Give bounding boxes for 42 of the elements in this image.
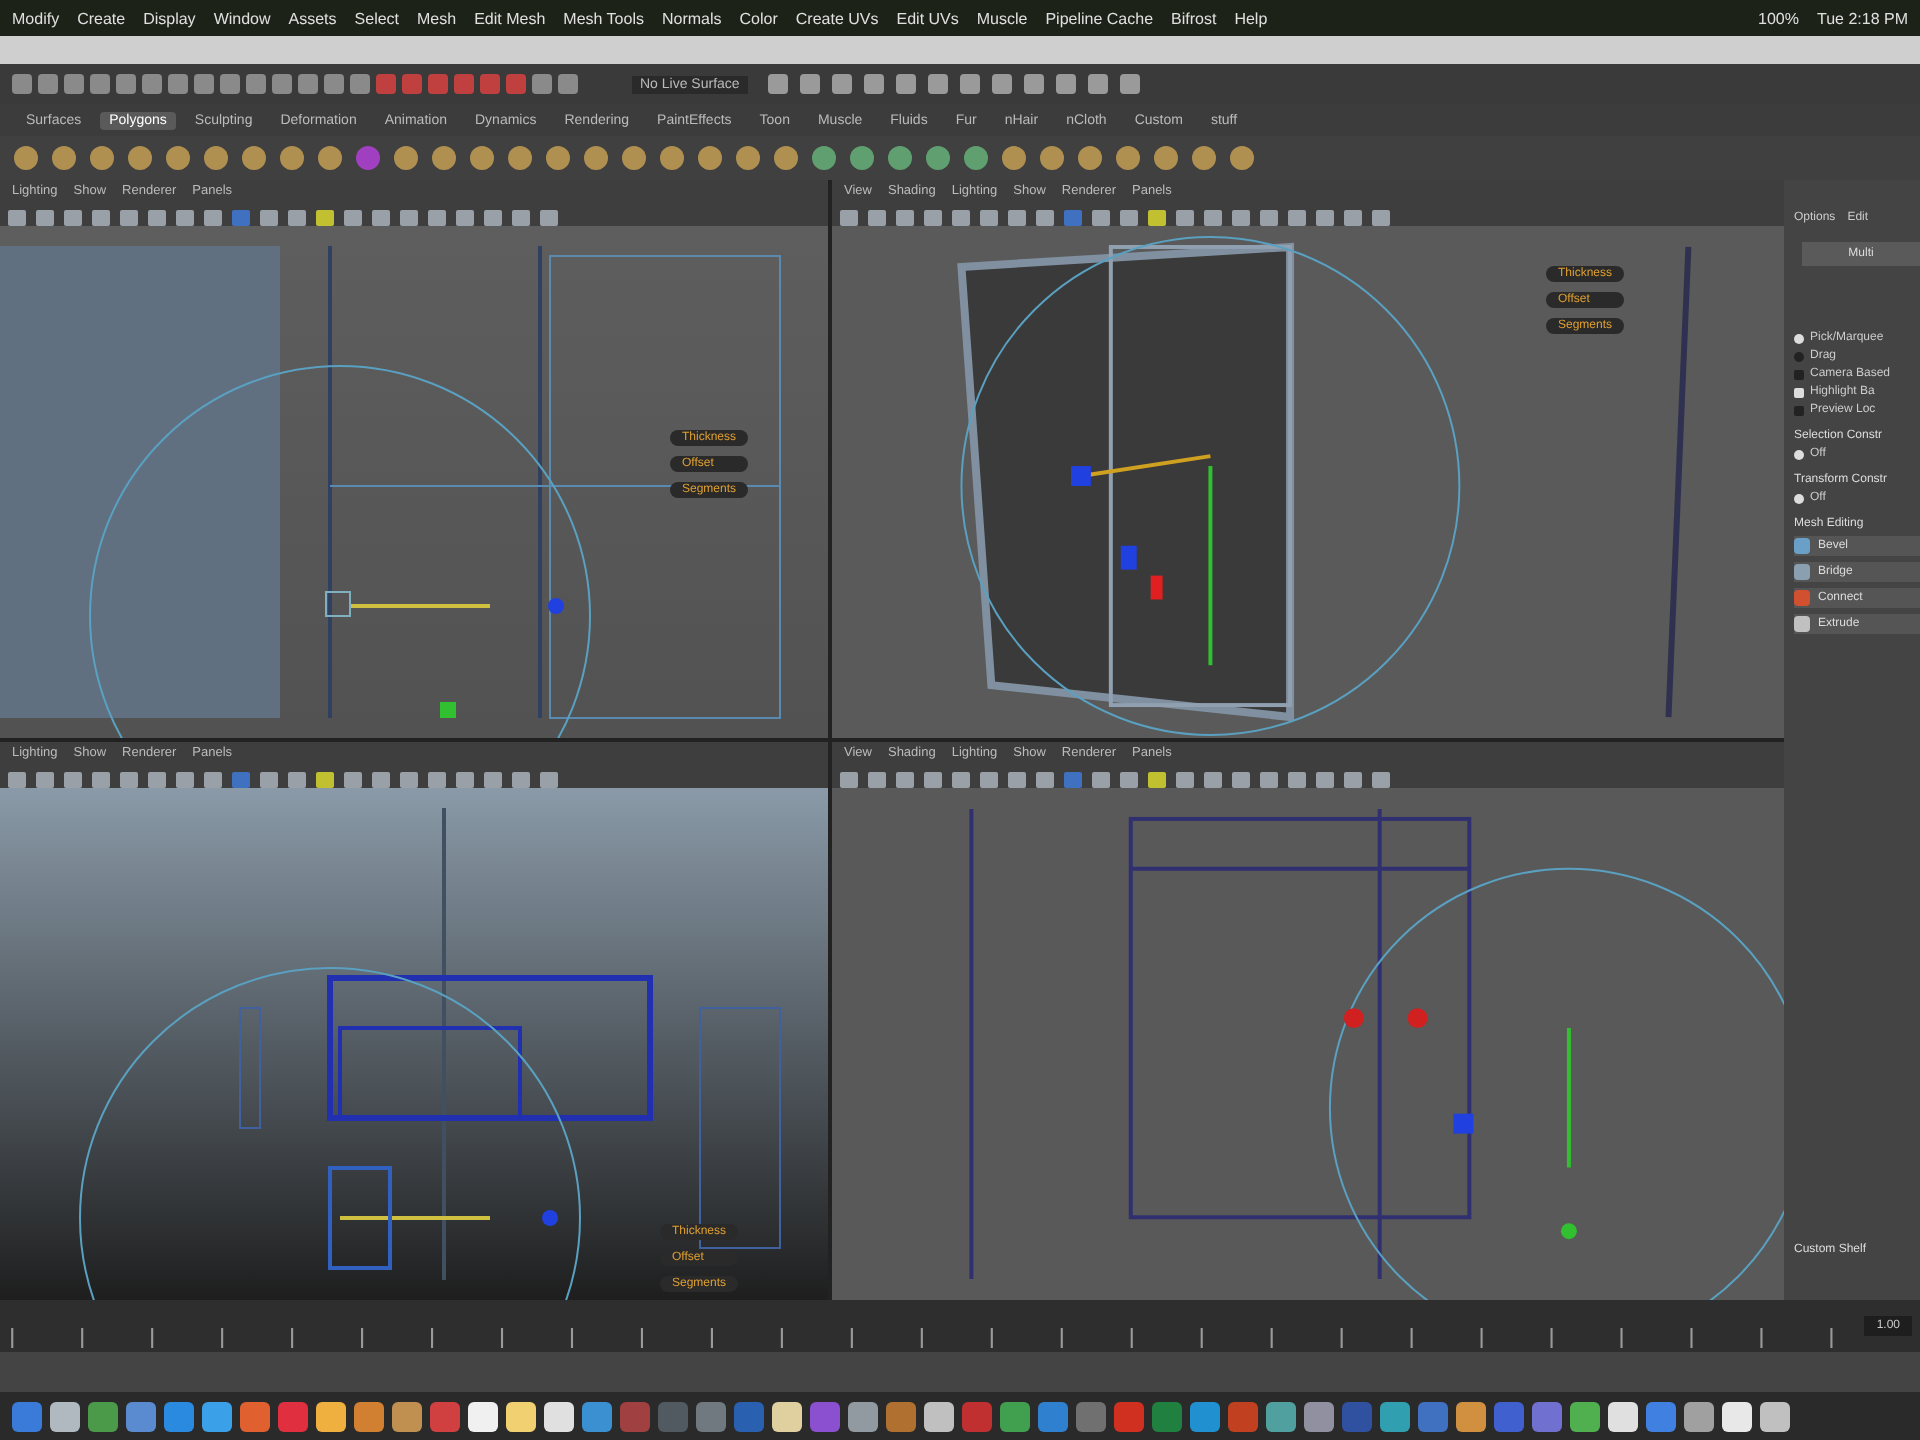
menu-item[interactable]: Normals xyxy=(661,9,722,27)
menu-item[interactable]: Assets xyxy=(288,9,337,27)
menu-item[interactable]: Edit UVs xyxy=(896,9,959,27)
dock-app-icon[interactable] xyxy=(924,1401,954,1431)
dock-app-icon[interactable] xyxy=(1722,1401,1752,1431)
dock-app-icon[interactable] xyxy=(1760,1401,1790,1431)
status-text: Tue 2:18 PM xyxy=(1816,9,1908,27)
menu-item[interactable]: Muscle xyxy=(976,9,1028,27)
toggle-mark[interactable] xyxy=(1794,333,1804,343)
menu-item[interactable]: Mesh xyxy=(417,9,457,27)
menu-item[interactable]: Color xyxy=(739,9,778,27)
dock-app-icon[interactable] xyxy=(848,1401,878,1431)
menu-item[interactable]: Window xyxy=(213,9,271,27)
dock-app-icon[interactable] xyxy=(50,1401,80,1431)
toggle-mark[interactable] xyxy=(1794,387,1804,397)
toggle-mark[interactable] xyxy=(1794,449,1804,459)
dock-app-icon[interactable] xyxy=(1684,1401,1714,1431)
status-text: 100% xyxy=(1758,9,1799,27)
dock-app-icon[interactable] xyxy=(506,1401,536,1431)
dock-app-icon[interactable] xyxy=(544,1401,574,1431)
menu-item[interactable]: Help xyxy=(1234,9,1268,27)
dock-app-icon[interactable] xyxy=(392,1401,422,1431)
menu-item[interactable]: Display xyxy=(143,9,196,27)
dock-app-icon[interactable] xyxy=(1456,1401,1486,1431)
dock-app-icon[interactable] xyxy=(202,1401,232,1431)
dock-app-icon[interactable] xyxy=(1570,1401,1600,1431)
menu-item[interactable]: Mesh Tools xyxy=(563,9,644,27)
menu-item[interactable]: Edit Mesh xyxy=(474,9,546,27)
toggle-mark[interactable] xyxy=(1794,351,1804,361)
menu-item[interactable]: Pipeline Cache xyxy=(1045,9,1154,27)
menu-item[interactable]: Modify xyxy=(12,9,60,27)
dock-app-icon[interactable] xyxy=(316,1401,346,1431)
menu-item[interactable]: Bifrost xyxy=(1171,9,1217,27)
toggle-mark[interactable] xyxy=(1794,369,1804,379)
menu-item[interactable]: Create xyxy=(77,9,126,27)
dock-app-icon[interactable] xyxy=(1608,1401,1638,1431)
toggle-mark[interactable] xyxy=(1794,493,1804,503)
menu-item[interactable]: Create UVs xyxy=(795,9,879,27)
toggle-mark[interactable] xyxy=(1794,405,1804,415)
menu-item[interactable]: Select xyxy=(354,9,400,27)
dock-app-icon[interactable] xyxy=(468,1401,498,1431)
dock-app-icon[interactable] xyxy=(772,1401,802,1431)
